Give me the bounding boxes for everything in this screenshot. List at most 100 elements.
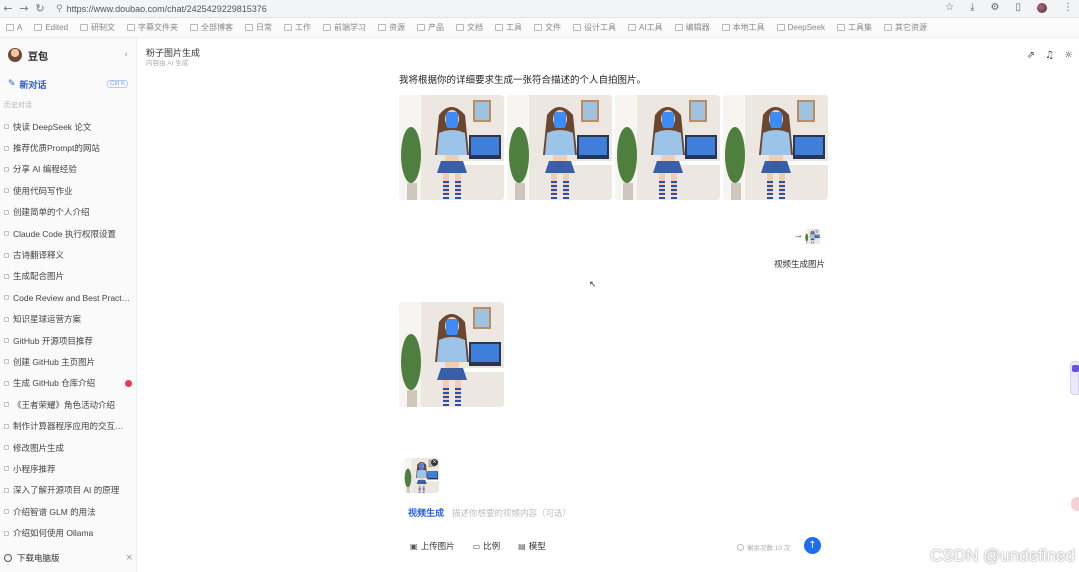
history-item[interactable]: 使用代码写作业 — [0, 180, 136, 201]
site-info-icon[interactable]: ⚲ — [56, 4, 63, 14]
bookmark-item[interactable]: 日常 — [245, 22, 272, 33]
bookmark-item[interactable]: 全部博客 — [190, 22, 233, 33]
tool-label: 上传图片 — [420, 541, 455, 551]
history-item-label: 《王者荣耀》角色活动介绍 — [13, 399, 116, 410]
bookmark-item[interactable]: 文档 — [456, 22, 483, 33]
bookmark-item[interactable]: 工具集 — [836, 22, 872, 33]
generated-image[interactable] — [507, 95, 612, 200]
upload-image-button[interactable]: ▣ 上传图片 — [410, 540, 455, 552]
user-image-thumbnail[interactable] — [804, 229, 820, 244]
chat-icon — [4, 487, 9, 493]
download-app-button[interactable]: 下载电脑版 × — [0, 550, 137, 566]
generated-image[interactable] — [615, 95, 720, 200]
history-item[interactable]: 生成 GitHub 仓库介绍 — [0, 373, 136, 394]
bookmarks-bar: A Edited 研制文 字幕文件夹 全部博客 日常 工作 前端学习 资源 产品 文档 工具 文件 设计工… — [0, 18, 1079, 38]
tool-label: 模型 — [528, 541, 546, 551]
bookmark-item[interactable]: 编辑器 — [674, 22, 710, 33]
history-item[interactable]: Code Review and Best Practices — [0, 287, 136, 308]
history-item[interactable]: 修改图片生成 — [0, 437, 136, 458]
download-icon[interactable]: ⤓ — [970, 2, 974, 13]
history-item[interactable]: Claude Code 执行权限设置 — [0, 223, 136, 244]
history-item[interactable]: GitHub 开源项目推荐 — [0, 330, 136, 351]
bookmark-item[interactable]: 本地工具 — [721, 22, 765, 33]
browser-menu-icon[interactable]: ⋮ — [1063, 2, 1073, 13]
bookmark-item[interactable]: 工具 — [495, 22, 522, 33]
history-item[interactable]: 分享 AI 编程经验 — [0, 159, 136, 180]
history-item[interactable]: 制作计算器程序应用的交互式页面 — [0, 415, 136, 436]
history-item[interactable]: 生成配合图片 — [0, 266, 136, 287]
browser-toolbar: ← → ↻ ⚲ https://www.doubao.com/chat/2425… — [0, 0, 1079, 18]
bookmark-item[interactable]: 文件 — [534, 22, 561, 33]
history-item-label: 分享 AI 编程经验 — [13, 164, 77, 175]
composer-input[interactable]: 描述你想要的视频内容（可选） — [452, 507, 571, 519]
bookmark-star-icon[interactable]: ☆ — [945, 2, 954, 13]
history-item[interactable]: 快读 DeepSeek 论文 — [0, 116, 136, 137]
remove-attachment-icon[interactable]: × — [431, 459, 438, 466]
mouse-cursor: ↖ — [589, 280, 597, 290]
notification-icon[interactable]: ♫ — [1045, 50, 1054, 61]
floating-assistant-tab[interactable] — [1071, 497, 1079, 511]
bookmark-item[interactable]: 其它资源 — [883, 22, 927, 33]
bookmark-label: 字幕文件夹 — [138, 23, 179, 32]
share-icon[interactable]: ⇗ — [1027, 50, 1035, 61]
mode-tag[interactable]: 视频生成 — [408, 506, 444, 519]
floating-tool-tab[interactable] — [1070, 361, 1079, 395]
history-item[interactable]: 古诗翻译释义 — [0, 244, 136, 265]
history-item[interactable]: 介绍智谱 GLM 的用法 — [0, 501, 136, 522]
history-item[interactable]: 推荐优质Prompt的网站 — [0, 137, 136, 158]
folder-icon — [776, 24, 785, 31]
sidepanel-icon[interactable]: ▯ — [1015, 2, 1021, 13]
more-icon[interactable]: ☼ — [1064, 50, 1073, 61]
history-item[interactable]: 介绍如何使用 Ollama — [0, 522, 136, 543]
chat-icon — [4, 231, 9, 237]
bookmark-item[interactable]: 产品 — [417, 22, 444, 33]
generated-video-frame[interactable] — [399, 302, 504, 407]
history-item-label: 小程序推荐 — [13, 463, 56, 474]
arrow-up-icon: ↑ — [808, 540, 817, 551]
model-button[interactable]: ▤ 模型 — [518, 540, 546, 552]
bookmark-item[interactable]: 资源 — [378, 22, 405, 33]
chat-icon — [4, 316, 9, 322]
profile-avatar[interactable] — [1037, 2, 1047, 13]
history-item[interactable]: 创建 GitHub 主页图片 — [0, 351, 136, 372]
bookmark-item[interactable]: AI工具 — [628, 22, 663, 33]
bookmark-label: 设计工具 — [584, 23, 617, 32]
counter-text: 剩余次数 10 次 — [747, 545, 791, 552]
bookmark-item[interactable]: Edited — [34, 23, 68, 32]
bookmark-item[interactable]: A — [6, 23, 22, 32]
history-item[interactable]: 知识星球运营方案 — [0, 309, 136, 330]
forward-icon[interactable]: → — [16, 2, 32, 15]
extensions-icon[interactable]: ⚙ — [991, 2, 1000, 13]
bookmark-item[interactable]: 前端学习 — [323, 22, 366, 33]
generated-image[interactable] — [399, 95, 504, 200]
generated-image[interactable] — [723, 95, 828, 200]
send-button[interactable]: ↑ — [804, 537, 821, 554]
bookmark-item[interactable]: DeepSeek — [776, 23, 825, 32]
history-item[interactable]: 深入了解开源项目 AI 的原理 — [0, 480, 136, 501]
bookmark-item[interactable]: 工作 — [284, 22, 311, 33]
bookmark-item[interactable]: 字幕文件夹 — [127, 22, 178, 33]
plugin-icon — [1072, 365, 1079, 372]
bookmark-label: 本地工具 — [732, 23, 765, 32]
bookmark-label: A — [17, 23, 23, 32]
history-item[interactable]: 小程序推荐 — [0, 458, 136, 479]
bookmark-item[interactable]: 研制文 — [80, 22, 115, 33]
new-chat-button[interactable]: ✎ 新对话 Ctrl K — [4, 72, 132, 96]
reload-icon[interactable]: ↻ — [32, 2, 48, 15]
folder-icon — [721, 24, 730, 31]
attached-image[interactable]: × — [404, 458, 439, 493]
ratio-button[interactable]: ▭ 比例 — [473, 540, 501, 552]
history-item[interactable]: 《王者荣耀》角色活动介绍 — [0, 394, 136, 415]
chat-icon — [4, 445, 9, 451]
history-item-label: 生成 GitHub 仓库介绍 — [13, 378, 96, 389]
history-item-label: 介绍智谱 GLM 的用法 — [13, 506, 96, 517]
reference-arrow-icon: → — [795, 232, 802, 241]
counter-icon — [737, 543, 744, 551]
bookmark-item[interactable]: 设计工具 — [573, 22, 616, 33]
back-icon[interactable]: ← — [0, 2, 16, 15]
close-icon[interactable]: × — [125, 553, 133, 563]
history-item[interactable]: 创建简单的个人介绍 — [0, 202, 136, 223]
watermark: CSDN @undefined — [930, 546, 1075, 565]
address-bar[interactable]: ⚲ https://www.doubao.com/chat/2425429229… — [56, 2, 936, 16]
collapse-sidebar-icon[interactable]: ‹ — [124, 50, 128, 60]
